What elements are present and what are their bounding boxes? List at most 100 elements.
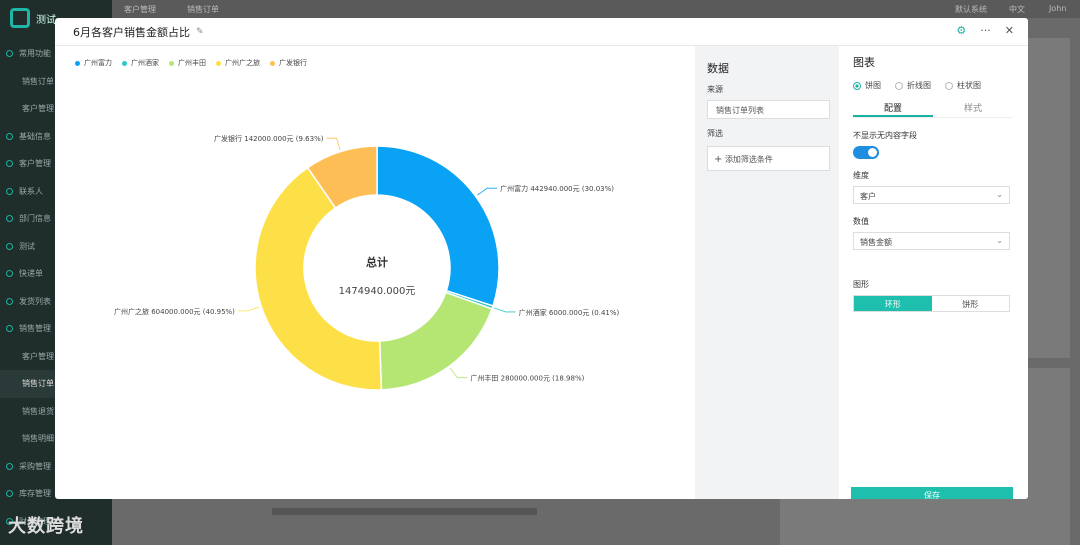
sidebar-item-label: 销售退货 — [22, 406, 54, 416]
top-right-item[interactable]: 默认系统 — [955, 4, 987, 15]
sidebar-item-label: 销售订单 — [22, 76, 54, 86]
radio-label: 柱状图 — [957, 81, 981, 90]
legend-label: 广发银行 — [279, 59, 307, 67]
metric-select[interactable]: 销售金额 ⌄ — [853, 232, 1010, 250]
dimension-value: 客户 — [860, 192, 876, 201]
radio-circle-icon — [853, 81, 861, 90]
circle-icon — [6, 462, 13, 470]
chart-area: 广州富力 442940.000元 (30.03%) 广州酒家 6000.000元 … — [55, 46, 695, 499]
sidebar-item-label: 联系人 — [19, 186, 43, 196]
sidebar-item-label: 客户管理 — [19, 159, 51, 169]
shape-pie-option[interactable]: 饼形 — [932, 296, 1010, 311]
add-filter-button[interactable]: + 添加筛选条件 — [707, 146, 830, 171]
radio-line[interactable]: 折线图 — [895, 80, 931, 91]
circle-icon — [6, 490, 13, 498]
sidebar-item-label: 测试 — [19, 241, 35, 251]
shape-label: 图形 — [853, 280, 869, 289]
sidebar-item-label: 基础信息 — [19, 131, 51, 141]
legend-item[interactable]: 广发银行 — [270, 58, 307, 68]
top-right-item[interactable]: 中文 — [1009, 4, 1025, 15]
edit-title-icon[interactable]: ✎ — [196, 27, 204, 37]
legend-label: 广州酒家 — [131, 59, 159, 67]
add-filter-label: 添加筛选条件 — [724, 155, 773, 164]
circle-icon — [6, 132, 13, 140]
config-tabs: 配置 样式 — [853, 98, 1013, 118]
label-leader-line — [326, 137, 341, 150]
logo-icon — [10, 8, 30, 28]
source-field[interactable]: 销售订单列表 — [707, 100, 830, 119]
app-logo: 测试 — [10, 8, 56, 28]
sidebar-item-label: 销售管理 — [19, 324, 51, 334]
label-leader-line — [237, 306, 260, 312]
tab-config[interactable]: 配置 — [853, 98, 933, 117]
shape-donut-option[interactable]: 环形 — [854, 296, 932, 311]
circle-icon — [6, 270, 13, 278]
radio-label: 折线图 — [907, 81, 931, 90]
sidebar-item-label: 销售订单 — [22, 379, 54, 389]
filter-label: 筛选 — [707, 129, 723, 138]
legend-label: 广州富力 — [84, 59, 112, 67]
sidebar-item-label: 采购管理 — [19, 461, 51, 471]
center-title: 总计 — [366, 255, 388, 269]
chart-type-radios: 饼图 折线图 柱状图 — [853, 80, 981, 91]
radio-bar[interactable]: 柱状图 — [945, 80, 981, 91]
donut-slice[interactable] — [376, 145, 500, 307]
slice-label: 广州富力 442940.000元 (30.03%) — [500, 184, 614, 193]
source-label: 来源 — [707, 85, 723, 94]
circle-icon — [6, 242, 13, 250]
legend-item[interactable]: 广州酒家 — [122, 58, 159, 68]
gear-icon[interactable]: ⚙ — [956, 24, 966, 37]
metric-label: 数值 — [853, 217, 869, 226]
legend-swatch — [216, 60, 221, 66]
more-icon[interactable]: ··· — [980, 24, 991, 37]
watermark: 大数跨境 — [8, 516, 84, 537]
metric-value: 销售金额 — [860, 238, 892, 247]
plus-icon: + — [714, 154, 723, 165]
sidebar-item-label: 常用功能 — [19, 49, 51, 59]
legend-item[interactable]: 广州富力 — [75, 58, 112, 68]
donut-chart: 广州富力 442940.000元 (30.03%) 广州酒家 6000.000元 … — [114, 134, 620, 391]
donut-slice[interactable] — [254, 166, 383, 391]
tab-style[interactable]: 样式 — [933, 98, 1013, 117]
radio-pie[interactable]: 饼图 — [853, 80, 881, 91]
legend-label: 广州丰田 — [178, 59, 206, 67]
circle-icon — [6, 297, 13, 305]
top-tab[interactable]: 销售订单 — [187, 4, 219, 15]
center-value: 1474940.000元 — [339, 286, 416, 297]
header-actions: ⚙ ··· ✕ — [956, 24, 1014, 37]
sidebar-item-label: 部门信息 — [19, 214, 51, 224]
chevron-down-icon: ⌄ — [996, 236, 1003, 245]
save-button[interactable]: 保存 — [851, 487, 1013, 499]
legend-item[interactable]: 广州广之旅 — [216, 58, 260, 68]
slice-label: 广州丰田 280000.000元 (18.98%) — [470, 374, 584, 383]
chart-editor-modal: 6月各客户销售金额占比 ✎ ⚙ ··· ✕ 广州富力 442940.000元 (… — [55, 18, 1028, 499]
shape-segmented: 环形 饼形 — [853, 295, 1010, 312]
sidebar-item-label: 快递单 — [19, 269, 43, 279]
config-panel-title: 图表 — [853, 56, 875, 69]
hide-empty-label: 不显示无内容字段 — [853, 131, 917, 140]
toggle-knob — [868, 148, 877, 157]
data-panel-title: 数据 — [707, 62, 729, 75]
legend-item[interactable]: 广州丰田 — [169, 58, 206, 68]
circle-icon — [6, 325, 13, 333]
config-panel: 图表 饼图 折线图 柱状图 配置 样式 不显示无内容字段 维度 客户 ⌄ 数值 … — [839, 46, 1028, 499]
legend-label: 广州广之旅 — [225, 59, 260, 67]
dimension-select[interactable]: 客户 ⌄ — [853, 186, 1010, 204]
circle-icon — [6, 187, 13, 195]
user-name[interactable]: John — [1049, 4, 1066, 13]
legend-swatch — [75, 60, 80, 66]
hide-empty-toggle[interactable] — [853, 146, 879, 159]
legend-swatch — [122, 60, 127, 66]
legend-swatch — [169, 60, 174, 66]
close-icon[interactable]: ✕ — [1005, 24, 1014, 37]
sidebar-item-label: 库存管理 — [19, 489, 51, 499]
dimension-label: 维度 — [853, 171, 869, 180]
top-tab[interactable]: 客户管理 — [124, 4, 156, 15]
slice-label: 广州广之旅 604000.000元 (40.95%) — [114, 307, 235, 316]
radio-circle-icon — [945, 81, 953, 90]
background-scrollbar[interactable] — [272, 508, 537, 515]
modal-header: 6月各客户销售金额占比 ✎ ⚙ ··· ✕ — [55, 18, 1028, 46]
legend-swatch — [270, 60, 275, 66]
modal-title: 6月各客户销售金额占比 — [73, 25, 190, 39]
circle-icon — [6, 50, 13, 58]
